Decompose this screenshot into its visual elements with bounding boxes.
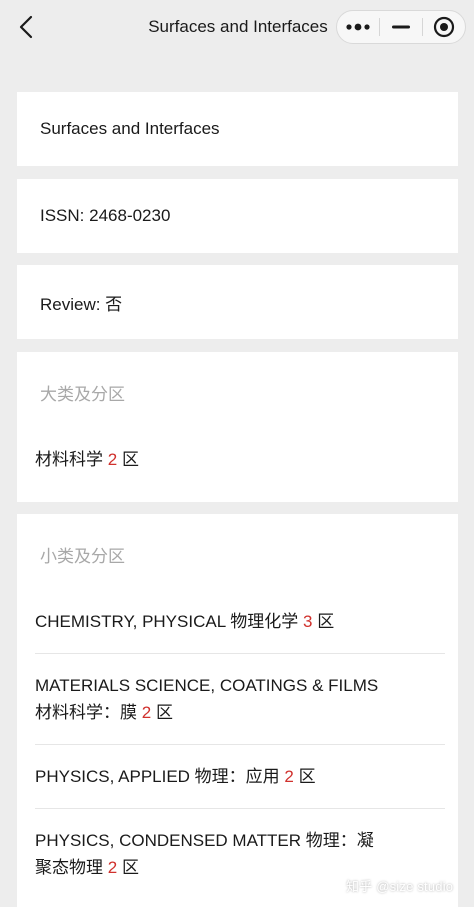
back-button[interactable] (8, 10, 44, 44)
journal-name-card: Surfaces and Interfaces (17, 92, 458, 166)
zone-suffix: 区 (155, 703, 173, 722)
review-card: Review: 否 (17, 265, 458, 339)
journal-name: Surfaces and Interfaces (40, 119, 220, 138)
close-button[interactable] (423, 11, 465, 43)
category-name: CHEMISTRY, PHYSICAL 物理化学 (35, 612, 299, 631)
major-category-value: 材料科学 2 区 (35, 446, 139, 473)
category-name-cont: 聚态物理 (35, 858, 103, 877)
mini-program-capsule (336, 10, 466, 44)
review-value: Review: 否 (40, 294, 123, 314)
major-category-zone: 2 (107, 450, 118, 469)
watermark: 知乎 @size studio (346, 879, 454, 894)
page: Surfaces and Interfaces Surfaces and Int… (0, 0, 474, 907)
major-category-card: 大类及分区 材料科学 2 区 (17, 352, 458, 502)
chevron-left-icon (19, 15, 33, 39)
more-button[interactable] (337, 11, 379, 43)
minor-category-item: PHYSICS, CONDENSED MATTER 物理：凝 聚态物理 2 区 (35, 827, 445, 881)
list-divider (35, 808, 445, 809)
minimize-button[interactable] (380, 11, 422, 43)
category-name: MATERIALS SCIENCE, COATINGS & FILMS (35, 676, 379, 695)
minimize-icon (392, 25, 410, 29)
category-name: PHYSICS, APPLIED 物理：应用 (35, 767, 280, 786)
minor-category-item: MATERIALS SCIENCE, COATINGS & FILMS 材料科学… (35, 672, 445, 726)
category-zone: 2 (107, 858, 118, 877)
nav-header: Surfaces and Interfaces (0, 0, 474, 54)
page-title: Surfaces and Interfaces (148, 17, 328, 36)
minor-category-card: 小类及分区 CHEMISTRY, PHYSICAL 物理化学 3 区 MATER… (17, 514, 458, 907)
minor-category-item: CHEMISTRY, PHYSICAL 物理化学 3 区 (35, 608, 445, 635)
issn-value: ISSN: 2468-0230 (40, 206, 171, 225)
major-category-subject: 材料科学 (35, 450, 103, 469)
list-divider (35, 653, 445, 654)
more-dots-icon (346, 23, 370, 31)
close-target-icon (433, 16, 455, 38)
minor-category-label: 小类及分区 (40, 547, 125, 566)
zone-suffix: 区 (317, 612, 335, 631)
zone-suffix: 区 (121, 858, 139, 877)
category-zone: 3 (302, 612, 313, 631)
list-divider (35, 744, 445, 745)
zone-suffix: 区 (121, 450, 139, 469)
issn-card: ISSN: 2468-0230 (17, 179, 458, 253)
category-zone: 2 (284, 767, 294, 786)
zone-suffix: 区 (298, 767, 316, 786)
category-zone: 2 (141, 703, 152, 722)
category-name-cont: 材料科学：膜 (35, 703, 137, 722)
minor-category-item: PHYSICS, APPLIED 物理：应用 2 区 (35, 763, 445, 790)
category-name: PHYSICS, CONDENSED MATTER 物理：凝 (35, 831, 374, 850)
major-category-label: 大类及分区 (40, 385, 125, 404)
